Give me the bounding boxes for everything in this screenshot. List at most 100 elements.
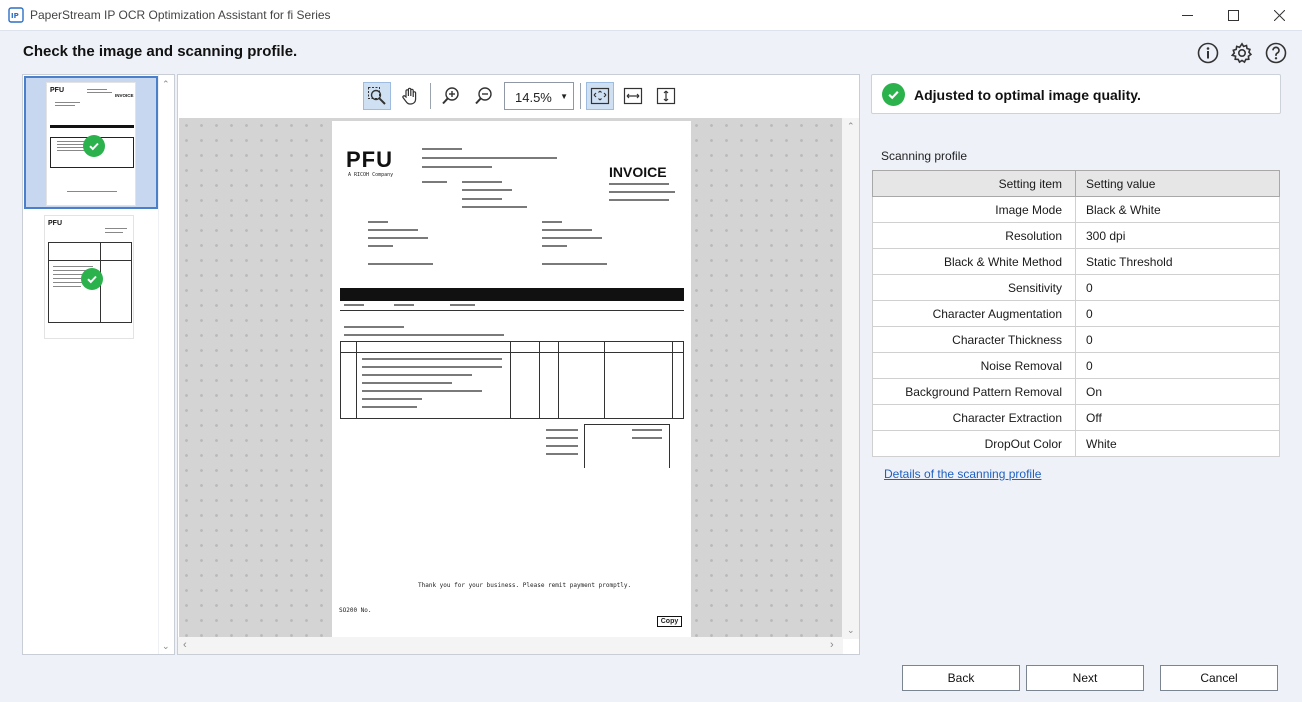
status-message: Adjusted to optimal image quality. [871, 74, 1281, 114]
text-line [422, 166, 492, 168]
thumbnail-panel: PFU INVOICE PFU ⌃ ⌄ [22, 74, 175, 655]
text-line [362, 406, 417, 408]
svg-text:INVOICE: INVOICE [115, 93, 134, 98]
close-button[interactable] [1256, 0, 1302, 31]
hand-icon [402, 87, 417, 105]
text-line [362, 366, 502, 368]
text-line [450, 304, 475, 306]
image-canvas[interactable]: PFU A RICOH Company INVOICE Thank you fo… [179, 118, 842, 639]
table-border [340, 352, 684, 353]
setting-item: Character Thickness [872, 326, 1076, 353]
text-line [362, 390, 482, 392]
scroll-left-arrow[interactable]: ‹ [183, 639, 187, 651]
minimize-button[interactable] [1164, 0, 1210, 31]
fit-width-icon [623, 87, 643, 105]
viewer-toolbar: 14.5% ▼ [178, 75, 859, 118]
setting-item: Character Extraction [872, 404, 1076, 431]
help-icon[interactable] [1265, 42, 1287, 64]
setting-value: Static Threshold [1075, 248, 1280, 275]
thumbnail-scrollbar[interactable]: ⌃ ⌄ [158, 75, 174, 654]
cancel-button[interactable]: Cancel [1160, 665, 1278, 691]
zoom-in-button[interactable] [437, 82, 465, 110]
text-line [546, 437, 578, 439]
setting-value: Black & White [1075, 196, 1280, 223]
text-line [362, 382, 452, 384]
setting-item: Sensitivity [872, 274, 1076, 301]
hand-tool-button[interactable] [396, 82, 424, 110]
table-header-bar [340, 288, 684, 301]
viewer-vertical-scrollbar[interactable]: ⌃ ⌄ [842, 118, 859, 639]
setting-item: DropOut Color [872, 430, 1076, 457]
text-line [609, 183, 669, 185]
table-border [584, 424, 670, 425]
viewer-horizontal-scrollbar[interactable]: ‹ › [178, 637, 843, 654]
copy-stamp: Copy [657, 616, 682, 627]
table-row: Character Augmentation 0 [872, 300, 1280, 327]
zoom-out-icon [475, 87, 492, 105]
scroll-down-arrow[interactable]: ⌄ [162, 641, 170, 652]
scanning-profile-label: Scanning profile [881, 149, 968, 163]
table-row: Sensitivity 0 [872, 274, 1280, 301]
scanning-profile-table: Setting item Setting value Image Mode Bla… [872, 170, 1280, 457]
zoom-area-icon [368, 87, 386, 105]
zoom-level-value: 14.5% [515, 90, 552, 105]
text-line [368, 263, 433, 265]
table-border [558, 341, 559, 418]
table-border [669, 424, 670, 468]
thumbnail-page-1[interactable]: PFU INVOICE [24, 76, 158, 209]
fit-page-button[interactable] [586, 82, 614, 110]
gear-icon[interactable] [1230, 42, 1253, 64]
next-button[interactable]: Next [1026, 665, 1144, 691]
setting-item: Character Augmentation [872, 300, 1076, 327]
text-line [462, 206, 527, 208]
setting-item: Resolution [872, 222, 1076, 249]
maximize-button[interactable] [1210, 0, 1256, 31]
text-line [344, 334, 504, 336]
column-header-value: Setting value [1075, 170, 1280, 197]
table-border [340, 341, 341, 418]
text-line [542, 237, 602, 239]
check-icon [81, 268, 103, 290]
table-border [340, 418, 684, 419]
scroll-up-arrow[interactable]: ⌃ [847, 121, 855, 132]
zoom-out-button[interactable] [470, 82, 498, 110]
status-text: Adjusted to optimal image quality. [914, 87, 1141, 103]
text-line [542, 229, 592, 231]
setting-value: White [1075, 430, 1280, 457]
table-border [340, 341, 684, 342]
table-row: Character Thickness 0 [872, 326, 1280, 353]
table-border [584, 424, 585, 468]
table-border [510, 341, 511, 418]
text-line [632, 437, 662, 439]
setting-item: Background Pattern Removal [872, 378, 1076, 405]
scroll-down-arrow[interactable]: ⌄ [847, 625, 855, 636]
fit-page-icon [590, 87, 610, 105]
setting-value: 0 [1075, 326, 1280, 353]
text-line [542, 263, 607, 265]
text-line [632, 429, 662, 431]
scanned-document: PFU A RICOH Company INVOICE Thank you fo… [332, 121, 691, 638]
info-icon[interactable] [1197, 42, 1219, 64]
app-icon: IP [8, 7, 24, 23]
scroll-right-arrow[interactable]: › [830, 639, 834, 651]
text-line [542, 245, 567, 247]
title-bar: IP PaperStream IP OCR Optimization Assis… [0, 0, 1302, 31]
document-logo-subtitle: A RICOH Company [348, 172, 394, 178]
zoom-level-select[interactable]: 14.5% ▼ [504, 82, 574, 110]
document-number: SO200 No. [339, 607, 372, 614]
zoom-area-tool-button[interactable] [363, 82, 391, 110]
chevron-down-icon: ▼ [560, 92, 568, 101]
thumbnail-page-2[interactable]: PFU [24, 211, 158, 344]
text-line [422, 181, 447, 183]
svg-text:PFU: PFU [48, 220, 62, 227]
table-border [672, 341, 673, 418]
table-row: Black & White Method Static Threshold [872, 248, 1280, 275]
text-line [362, 398, 422, 400]
table-border [340, 310, 684, 311]
text-line [368, 221, 388, 223]
back-button[interactable]: Back [902, 665, 1020, 691]
fit-height-button[interactable] [652, 82, 680, 110]
fit-width-button[interactable] [619, 82, 647, 110]
scroll-up-arrow[interactable]: ⌃ [162, 79, 170, 90]
details-scanning-profile-link[interactable]: Details of the scanning profile [884, 467, 1041, 481]
